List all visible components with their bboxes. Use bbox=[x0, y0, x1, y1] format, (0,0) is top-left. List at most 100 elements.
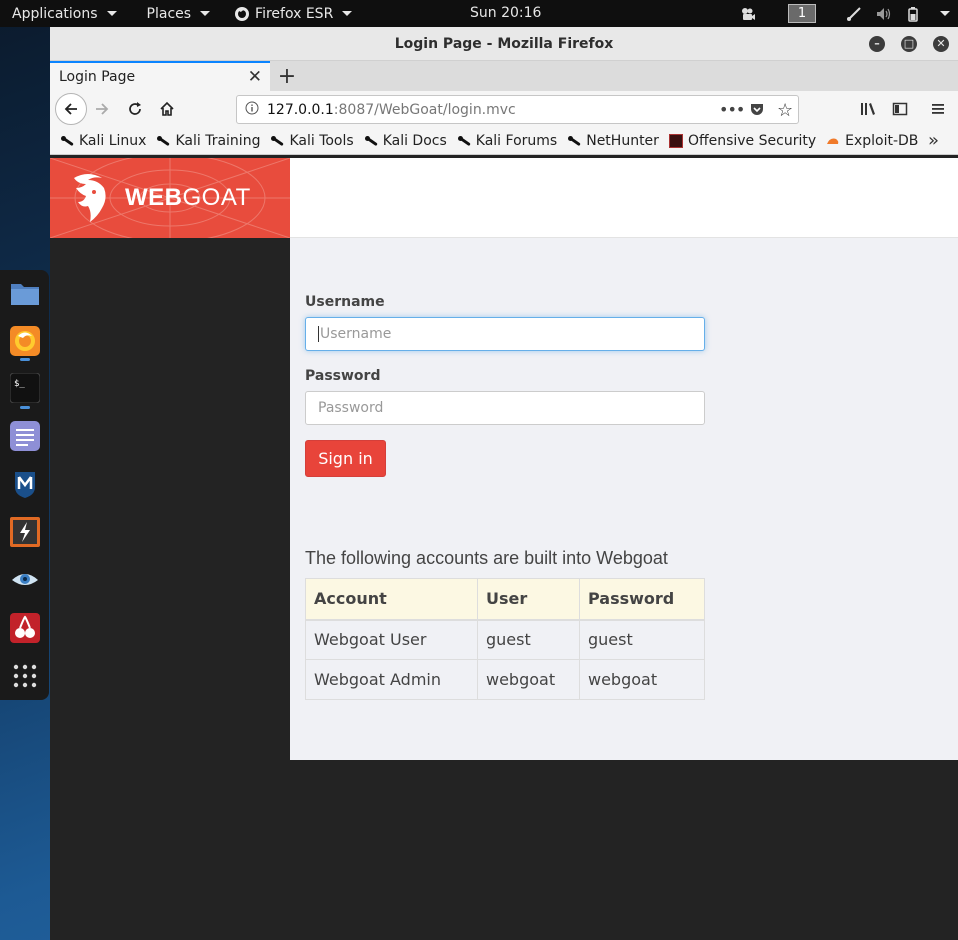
system-menu-chevron-icon[interactable] bbox=[940, 11, 950, 16]
pen-icon[interactable] bbox=[846, 6, 862, 21]
goat-logo-icon bbox=[74, 174, 106, 222]
username-placeholder: Username bbox=[320, 326, 392, 342]
battery-icon[interactable] bbox=[906, 6, 922, 22]
kali-dragon-icon bbox=[567, 134, 581, 148]
pocket-icon[interactable] bbox=[749, 102, 765, 122]
text-editor-icon[interactable] bbox=[10, 421, 40, 451]
brand-light: GOAT bbox=[182, 184, 251, 211]
reload-button[interactable] bbox=[121, 95, 149, 123]
site-info-icon[interactable] bbox=[237, 101, 267, 118]
bookmark-label: Kali Linux bbox=[79, 132, 147, 149]
text-caret bbox=[318, 326, 319, 342]
forward-button[interactable] bbox=[88, 95, 116, 123]
metasploit-icon[interactable] bbox=[10, 469, 40, 499]
tab-label: Login Page bbox=[59, 69, 136, 85]
eye-icon[interactable] bbox=[10, 565, 40, 595]
password-cell: webgoat bbox=[579, 659, 705, 700]
bookmark-nethunter[interactable]: NetHunter bbox=[567, 133, 659, 149]
close-tab-icon[interactable]: ✕ bbox=[248, 67, 262, 87]
sidebar-icon bbox=[892, 102, 908, 116]
workspace-indicator[interactable]: 1 bbox=[788, 4, 816, 23]
accounts-heading: The following accounts are built into We… bbox=[305, 548, 668, 568]
password-placeholder: Password bbox=[318, 400, 384, 416]
bookmark-offensive-security[interactable]: Offensive Security bbox=[668, 132, 817, 149]
bookmark-kali-docs[interactable]: Kali Docs bbox=[364, 133, 447, 149]
volume-icon[interactable] bbox=[876, 7, 892, 21]
bookmarks-overflow-icon[interactable]: » bbox=[928, 130, 939, 151]
window-titlebar[interactable]: Login Page - Mozilla Firefox – □ ✕ bbox=[50, 27, 958, 61]
password-label: Password bbox=[305, 368, 381, 384]
navigation-toolbar: 127.0.0.1:8087/WebGoat/login.mvc ••• ☆ bbox=[50, 91, 958, 127]
bookmark-kali-training[interactable]: Kali Training bbox=[156, 133, 260, 149]
url-path: :8087/WebGoat/login.mvc bbox=[333, 101, 516, 118]
page-header-bar bbox=[290, 158, 958, 238]
home-button[interactable] bbox=[153, 95, 181, 123]
cherrytree-icon[interactable] bbox=[10, 613, 40, 643]
bookmark-label: Exploit-DB bbox=[845, 132, 919, 149]
table-row: Webgoat User guest guest bbox=[305, 619, 705, 660]
bookmark-label: NetHunter bbox=[586, 132, 659, 149]
firefox-icon[interactable] bbox=[10, 326, 40, 356]
username-input[interactable]: Username bbox=[305, 317, 705, 351]
sign-in-button[interactable]: Sign in bbox=[305, 440, 386, 477]
reload-icon bbox=[129, 102, 141, 115]
bookmark-kali-tools[interactable]: Kali Tools bbox=[270, 132, 354, 149]
running-indicator bbox=[20, 358, 30, 361]
table-header-row: Account User Password bbox=[305, 578, 705, 621]
table-row: Webgoat Admin webgoat webgoat bbox=[305, 659, 705, 700]
tab-login-page[interactable]: Login Page ✕ bbox=[50, 61, 270, 91]
username-label: Username bbox=[305, 294, 385, 310]
minimize-button[interactable]: – bbox=[869, 36, 885, 52]
password-cell: guest bbox=[579, 619, 705, 660]
kali-dragon-icon bbox=[364, 134, 378, 148]
hamburger-menu-icon bbox=[932, 104, 944, 114]
kali-dragon-icon bbox=[156, 134, 170, 148]
library-button[interactable] bbox=[854, 95, 882, 123]
bookmarks-toolbar: Kali Linux Kali Training Kali Tools Kali… bbox=[50, 127, 958, 155]
clock[interactable]: Sun 20:16 bbox=[470, 0, 541, 27]
app-menu-label: Firefox ESR bbox=[255, 5, 334, 22]
password-input[interactable]: Password bbox=[305, 391, 705, 425]
kali-dragon-icon bbox=[60, 134, 74, 148]
gnome-top-bar: Applications Places Firefox ESR Sun 20:1… bbox=[0, 0, 958, 27]
app-grid-icon[interactable] bbox=[10, 661, 40, 691]
column-header-user: User bbox=[477, 578, 580, 621]
bookmark-kali-forums[interactable]: Kali Forums bbox=[457, 133, 557, 149]
places-label: Places bbox=[146, 5, 192, 22]
bookmark-label: Kali Forums bbox=[475, 132, 558, 149]
bookmark-kali-linux[interactable]: Kali Linux bbox=[60, 133, 146, 149]
url-host: 127.0.0.1 bbox=[267, 101, 334, 118]
sidebar-button[interactable] bbox=[886, 95, 914, 123]
bookmark-exploit-db[interactable]: Exploit-DB bbox=[826, 133, 918, 149]
svg-text:$_: $_ bbox=[14, 379, 25, 389]
page-actions-icon[interactable]: ••• bbox=[719, 100, 745, 119]
new-tab-button[interactable]: + bbox=[270, 61, 304, 91]
kali-dragon-icon bbox=[270, 134, 284, 148]
bookmark-label: Kali Tools bbox=[289, 132, 354, 149]
burpsuite-icon[interactable] bbox=[10, 517, 40, 547]
app-menu-firefox[interactable]: Firefox ESR bbox=[222, 0, 364, 27]
url-bar[interactable]: 127.0.0.1:8087/WebGoat/login.mvc ••• ☆ bbox=[236, 95, 799, 124]
close-window-button[interactable]: ✕ bbox=[933, 36, 949, 52]
arrow-left-icon bbox=[64, 103, 77, 115]
home-icon bbox=[160, 101, 174, 116]
login-form: Username Username Password Password Sign… bbox=[305, 294, 705, 477]
account-cell: Webgoat Admin bbox=[305, 659, 478, 700]
exploit-db-icon bbox=[826, 134, 840, 148]
user-cell: webgoat bbox=[477, 659, 580, 700]
bookmark-star-icon[interactable]: ☆ bbox=[777, 100, 793, 121]
webgoat-brand-header[interactable]: WEBGOAT bbox=[50, 158, 290, 238]
brand-strong: WEB bbox=[125, 184, 183, 211]
maximize-button[interactable]: □ bbox=[901, 36, 917, 52]
places-menu[interactable]: Places bbox=[135, 0, 223, 27]
applications-menu[interactable]: Applications bbox=[0, 0, 129, 27]
back-button[interactable] bbox=[55, 93, 87, 125]
library-icon bbox=[861, 103, 875, 115]
dock: $_ bbox=[0, 270, 49, 700]
menu-button[interactable] bbox=[924, 95, 952, 123]
bookmark-label: Offensive Security bbox=[687, 132, 817, 149]
terminal-icon[interactable]: $_ bbox=[9, 372, 41, 404]
files-icon[interactable] bbox=[10, 278, 40, 308]
offsec-icon bbox=[668, 133, 683, 148]
video-camera-icon[interactable] bbox=[740, 7, 756, 21]
